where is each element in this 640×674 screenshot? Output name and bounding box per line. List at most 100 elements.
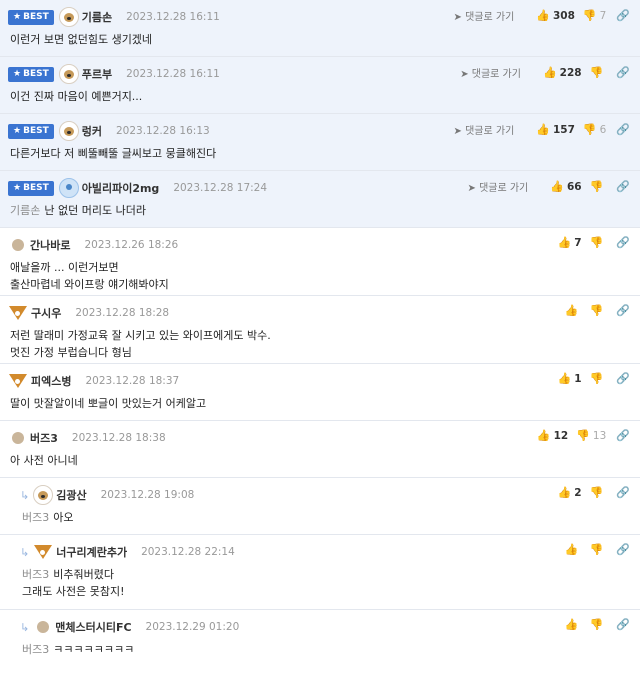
dislike-button[interactable]: 👎 <box>590 236 607 249</box>
dislike-button[interactable]: 👎 <box>590 66 607 79</box>
nickname[interactable]: 너구리계란추가 <box>56 544 127 560</box>
comment-date: 2023.12.28 19:08 <box>100 489 195 501</box>
link-icon[interactable]: 🔗 <box>616 618 630 631</box>
goto-comment-link[interactable]: ➤ 댓글로 가기 <box>454 8 515 23</box>
avatar[interactable] <box>58 64 79 84</box>
comment-date: 2023.12.28 18:37 <box>85 375 180 387</box>
avatar[interactable] <box>33 485 54 505</box>
reply-arrow-icon: ↳ <box>20 488 30 502</box>
best-badge: ★ BEST <box>8 9 54 25</box>
comment-text: 애날을까 ... 이런거보면 출산마렵네 와이프랑 얘기해봐야지 <box>10 261 169 291</box>
nickname[interactable]: 구시우 <box>31 305 61 321</box>
thumbs-down-icon: 👎 <box>582 123 597 136</box>
comment-date: 2023.12.28 16:13 <box>115 125 210 137</box>
nickname[interactable]: 푸르부 <box>82 66 112 82</box>
goto-comment-link[interactable]: ➤ 댓글로 가기 <box>468 179 529 194</box>
thumbs-down-icon: 👎 <box>589 236 604 249</box>
dislike-button[interactable]: 👎 7 <box>583 9 606 22</box>
thumbs-down-icon: 👎 <box>589 180 604 193</box>
link-icon[interactable]: 🔗 <box>616 9 630 22</box>
avatar[interactable] <box>33 542 53 562</box>
like-button[interactable]: 👍 <box>565 618 582 631</box>
like-button[interactable]: 👍 157 <box>536 123 575 136</box>
link-icon[interactable]: 🔗 <box>616 372 630 385</box>
like-button[interactable]: 👍 228 <box>543 66 582 79</box>
dislike-button[interactable]: 👎 <box>590 304 607 317</box>
thumbs-down-icon: 👎 <box>589 486 604 499</box>
comment: 간나바로 2023.12.26 18:26 👍 7 👎 🔗 애날을까 ... 이런… <box>0 228 640 296</box>
avatar[interactable] <box>8 371 28 391</box>
thumbs-up-icon: 👍 <box>536 123 550 136</box>
avatar[interactable] <box>58 7 79 27</box>
link-icon[interactable]: 🔗 <box>616 486 630 499</box>
reply-arrow-icon: ↳ <box>20 545 30 559</box>
like-button[interactable]: 👍 12 <box>537 429 568 442</box>
arrow-icon: ➤ <box>453 12 462 23</box>
comment-date: 2023.12.26 18:26 <box>84 239 179 251</box>
comment-date: 2023.12.28 16:11 <box>126 11 220 23</box>
thumbs-up-icon: 👍 <box>542 66 557 79</box>
thumbs-up-icon: 👍 <box>564 304 579 317</box>
star-icon: ★ <box>13 183 22 193</box>
thumbs-up-icon: 👍 <box>550 180 564 193</box>
thumbs-down-icon: 👎 <box>589 618 604 631</box>
nickname[interactable]: 김광산 <box>56 487 86 503</box>
link-icon[interactable]: 🔗 <box>616 429 630 442</box>
like-button[interactable]: 👍 <box>565 304 582 317</box>
mention-tag[interactable]: 기름손 <box>10 204 40 217</box>
dislike-button[interactable]: 👎 6 <box>583 123 606 136</box>
best-badge: ★ BEST <box>8 180 54 196</box>
avatar[interactable] <box>8 303 28 323</box>
nickname[interactable]: 기름손 <box>82 9 112 25</box>
nickname[interactable]: 버즈3 <box>30 430 58 446</box>
dislike-button[interactable]: 👎 <box>590 180 607 193</box>
like-button[interactable]: 👍 7 <box>558 236 582 249</box>
nickname[interactable]: 렁커 <box>82 123 102 139</box>
avatar[interactable] <box>58 121 79 141</box>
mention-tag[interactable]: 버즈3 <box>22 568 49 581</box>
comment: 버즈3 2023.12.28 18:38 👍 12 👎 13 🔗 아 사전 아니네 <box>0 421 640 478</box>
dislike-button[interactable]: 👎 <box>590 372 607 385</box>
nickname[interactable]: 간나바로 <box>30 237 70 253</box>
reply-comment: ↳ 너구리계란추가 2023.12.28 22:14 👍 👎 🔗 버즈3 비추줘버… <box>0 535 640 610</box>
dislike-button[interactable]: 👎 <box>590 543 607 556</box>
dislike-button[interactable]: 👎 13 <box>576 429 606 442</box>
avatar[interactable] <box>37 621 50 633</box>
thumbs-up-icon: 👍 <box>557 372 572 385</box>
reply-arrow-icon: ↳ <box>20 620 30 634</box>
link-icon[interactable]: 🔗 <box>616 543 630 556</box>
thumbs-up-icon: 👍 <box>557 236 572 249</box>
like-button[interactable]: 👍 308 <box>536 9 575 22</box>
link-icon[interactable]: 🔗 <box>616 123 630 136</box>
link-icon[interactable]: 🔗 <box>616 236 630 249</box>
nickname[interactable]: 맨체스터시티FC <box>55 619 131 635</box>
avatar[interactable] <box>12 432 24 444</box>
dislike-button[interactable]: 👎 <box>590 618 607 631</box>
best-badge: ★ BEST <box>8 66 54 82</box>
like-button[interactable]: 👍 2 <box>558 486 582 499</box>
comment-date: 2023.12.28 18:38 <box>71 432 166 444</box>
like-button[interactable]: 👍 1 <box>558 372 582 385</box>
link-icon[interactable]: 🔗 <box>616 304 630 317</box>
thumbs-up-icon: 👍 <box>564 543 579 556</box>
like-button[interactable]: 👍 66 <box>550 180 581 193</box>
thumbs-up-icon: 👍 <box>557 486 572 499</box>
like-button[interactable]: 👍 <box>565 543 582 556</box>
avatar[interactable] <box>58 178 79 198</box>
avatar[interactable] <box>12 239 24 251</box>
goto-comment-link[interactable]: ➤ 댓글로 가기 <box>454 122 515 137</box>
reply-comment: ↳ 김광산 2023.12.28 19:08 👍 2 👎 🔗 버즈3 아오 <box>0 478 640 535</box>
nickname[interactable]: 피엑스병 <box>31 373 71 389</box>
comment: 피엑스병 2023.12.28 18:37 👍 1 👎 🔗 딸이 맛잘알이네 뽀글… <box>0 364 640 421</box>
comment-date: 2023.12.29 01:20 <box>145 621 240 633</box>
thumbs-down-icon: 👎 <box>589 372 604 385</box>
dislike-button[interactable]: 👎 <box>590 486 607 499</box>
comment: 구시우 2023.12.28 18:28 👍 👎 🔗 저런 딸래미 가정교육 잘… <box>0 296 640 364</box>
goto-comment-link[interactable]: ➤ 댓글로 가기 <box>460 65 521 80</box>
mention-tag[interactable]: 버즈3 <box>22 643 49 656</box>
comment-date: 2023.12.28 18:28 <box>75 307 170 319</box>
nickname[interactable]: 아빌리파이2mg <box>82 180 160 196</box>
link-icon[interactable]: 🔗 <box>616 180 630 193</box>
link-icon[interactable]: 🔗 <box>616 66 630 79</box>
mention-tag[interactable]: 버즈3 <box>22 511 49 524</box>
